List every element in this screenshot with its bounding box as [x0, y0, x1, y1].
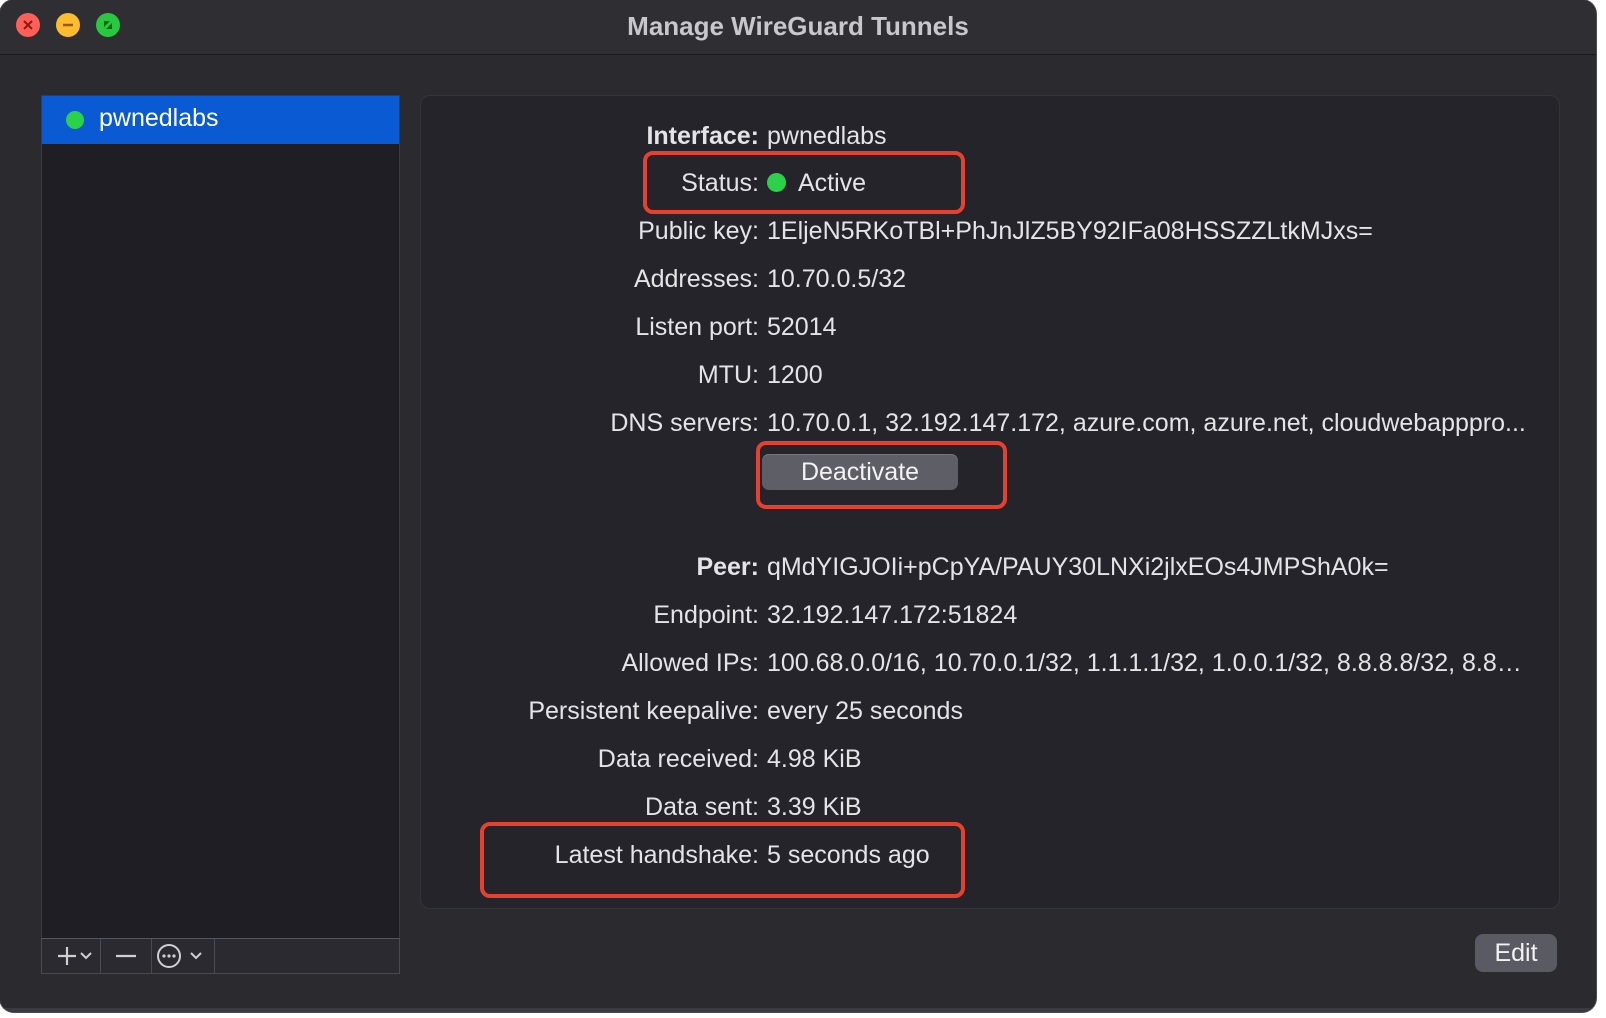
- interface-value: pwnedlabs: [767, 122, 887, 150]
- allowed-ips-label: Allowed IPs:: [621, 649, 759, 677]
- peer-value: qMdYIGJOIi+pCpYA/PAUY30LNXi2jlxEOs4JMPSh…: [767, 553, 1389, 581]
- status-row: Status: Active: [421, 169, 1559, 205]
- window-title: Manage WireGuard Tunnels: [627, 11, 969, 41]
- interface-label: Interface:: [646, 122, 759, 150]
- allowed-ips-row: Allowed IPs: 100.68.0.0/16, 10.70.0.1/32…: [421, 649, 1559, 685]
- addresses-label: Addresses:: [633, 265, 759, 293]
- mtu-value: 1200: [767, 361, 823, 389]
- tunnel-list: pwnedlabs: [41, 95, 400, 941]
- tunnel-status-dot-icon: [66, 111, 84, 129]
- public-key-label: Public key:: [638, 217, 759, 245]
- plus-icon: [58, 947, 92, 965]
- dns-servers-row: DNS servers: 10.70.0.1, 32.192.147.172, …: [421, 409, 1559, 445]
- peer-label: Peer:: [696, 553, 759, 581]
- dns-servers-label: DNS servers:: [610, 409, 759, 437]
- more-actions-button[interactable]: [151, 939, 215, 973]
- addresses-row: Addresses: 10.70.0.5/32: [421, 265, 1559, 301]
- app-window: Manage WireGuard Tunnels pwnedlabs Inter…: [0, 0, 1596, 1012]
- keepalive-label: Persistent keepalive:: [528, 697, 759, 725]
- listen-port-row: Listen port: 52014: [421, 313, 1559, 349]
- deactivate-highlight-box: [756, 441, 1007, 509]
- data-received-label: Data received:: [597, 745, 759, 773]
- status-highlight-box: [643, 151, 965, 214]
- data-sent-label: Data sent:: [645, 793, 759, 821]
- add-tunnel-button[interactable]: [42, 939, 101, 973]
- public-key-row: Public key: 1EljeN5RKoTBl+PhJnJlZ5BY92IF…: [421, 217, 1559, 253]
- remove-tunnel-button[interactable]: [100, 939, 152, 973]
- keepalive-row: Persistent keepalive: every 25 seconds: [421, 697, 1559, 733]
- minus-icon: [115, 954, 136, 958]
- mtu-row: MTU: 1200: [421, 361, 1559, 397]
- ellipsis-circle-icon: [156, 944, 202, 968]
- endpoint-value: 32.192.147.172:51824: [767, 601, 1018, 629]
- endpoint-row: Endpoint: 32.192.147.172:51824: [421, 601, 1559, 637]
- public-key-value: 1EljeN5RKoTBl+PhJnJlZ5BY92IFa08HSSZZLtkM…: [767, 217, 1373, 245]
- data-received-value: 4.98 KiB: [767, 745, 862, 773]
- data-received-row: Data received: 4.98 KiB: [421, 745, 1559, 781]
- listen-port-value: 52014: [767, 313, 837, 341]
- addresses-value: 10.70.0.5/32: [767, 265, 907, 293]
- dns-servers-value: 10.70.0.1, 32.192.147.172, azure.com, az…: [767, 409, 1526, 437]
- peer-row: Peer: qMdYIGJOIi+pCpYA/PAUY30LNXi2jlxEOs…: [421, 553, 1559, 589]
- endpoint-label: Endpoint:: [653, 601, 759, 629]
- handshake-highlight-box: [480, 822, 965, 898]
- tunnel-list-item-pwnedlabs[interactable]: pwnedlabs: [42, 96, 399, 144]
- edit-button[interactable]: Edit: [1475, 934, 1557, 972]
- data-sent-value: 3.39 KiB: [767, 793, 862, 821]
- listen-port-label: Listen port:: [635, 313, 759, 341]
- tunnel-name: pwnedlabs: [99, 104, 219, 132]
- mtu-label: MTU:: [697, 361, 759, 389]
- title-bar: Manage WireGuard Tunnels: [0, 0, 1596, 55]
- allowed-ips-value: 100.68.0.0/16, 10.70.0.1/32, 1.1.1.1/32,…: [767, 649, 1527, 677]
- window-bottom-edge: [0, 1008, 1596, 1012]
- interface-row: Interface: pwnedlabs: [421, 122, 1559, 158]
- tunnel-list-toolbar: [41, 938, 400, 974]
- keepalive-value: every 25 seconds: [767, 697, 963, 725]
